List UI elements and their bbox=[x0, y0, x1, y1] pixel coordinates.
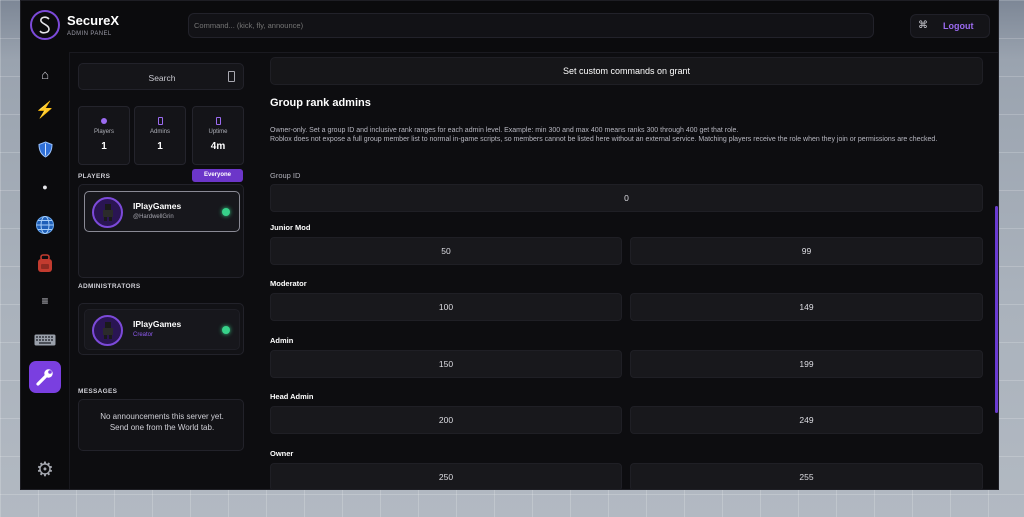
section-title: Group rank admins bbox=[270, 97, 371, 109]
online-status-dot bbox=[222, 208, 230, 216]
gear-icon: ⚙ bbox=[36, 458, 54, 481]
nav-menu[interactable]: ≡ bbox=[29, 285, 61, 317]
custom-commands-button[interactable]: Set custom commands on grant bbox=[270, 57, 983, 85]
player-card[interactable]: IPlayGames @HardwellGrin bbox=[84, 191, 240, 232]
level-label: Junior Mod bbox=[270, 223, 311, 232]
group-id-input[interactable]: 0 bbox=[270, 184, 983, 212]
stat-admins: Admins 1 bbox=[134, 106, 186, 165]
wrench-icon bbox=[36, 369, 53, 386]
administrators-list: IPlayGames Creator bbox=[78, 303, 244, 355]
level-label: Owner bbox=[270, 449, 294, 458]
command-key-icon: ⌘ bbox=[918, 20, 928, 31]
rank-min-input[interactable]: 100 bbox=[270, 293, 622, 321]
securex-logo-icon bbox=[30, 10, 60, 40]
level-label: Moderator bbox=[270, 279, 307, 288]
rank-min-input[interactable]: 50 bbox=[270, 237, 622, 265]
everyone-button[interactable]: Everyone bbox=[192, 169, 243, 182]
app-name: SecureX bbox=[67, 13, 120, 28]
description-line: Roblox does not expose a full group memb… bbox=[270, 135, 938, 143]
level-label: Admin bbox=[270, 336, 294, 345]
section-description: Owner-only. Set a group ID and inclusive… bbox=[270, 127, 978, 144]
online-status-dot bbox=[222, 326, 230, 334]
shield-icon bbox=[37, 140, 53, 158]
nav-commands[interactable]: ⚡ bbox=[29, 94, 61, 126]
group-id-label: Group ID bbox=[270, 171, 301, 180]
search-label: Search bbox=[148, 73, 176, 83]
rank-max-input[interactable]: 99 bbox=[630, 237, 983, 265]
administrators-section-label: ADMINISTRATORS bbox=[78, 283, 141, 290]
messages-empty-line: Send one from the World tab. bbox=[109, 423, 215, 432]
stat-label: Players bbox=[93, 129, 114, 135]
logout-button[interactable]: ⌘ Logout bbox=[910, 14, 990, 38]
nav-settings-tools[interactable] bbox=[29, 361, 61, 393]
dot-icon bbox=[101, 118, 107, 124]
logout-label: Logout bbox=[943, 21, 974, 31]
stat-value: 1 bbox=[157, 141, 163, 152]
search-button[interactable]: Search bbox=[78, 63, 244, 90]
backpack-icon bbox=[38, 253, 52, 272]
rank-min-input[interactable]: 150 bbox=[270, 350, 622, 378]
admin-name: IPlayGames bbox=[133, 319, 182, 329]
admin-panel-window: SecureX ADMIN PANEL ⌘ Logout ⌂ ⚡ ● ≡ bbox=[20, 0, 999, 490]
stat-uptime: Uptime 4m bbox=[192, 106, 244, 165]
rank-max-input[interactable]: 255 bbox=[630, 463, 983, 489]
nav-rail: ⌂ ⚡ ● ≡ ⚙ bbox=[21, 52, 70, 489]
nav-gear[interactable]: ⚙ bbox=[29, 453, 61, 485]
nav-inventory[interactable] bbox=[29, 247, 61, 279]
stat-value: 1 bbox=[101, 141, 107, 152]
device-icon bbox=[157, 117, 163, 125]
nav-keyboard[interactable] bbox=[29, 324, 61, 356]
command-input[interactable] bbox=[188, 13, 874, 38]
nav-dot[interactable]: ● bbox=[29, 171, 61, 203]
globe-icon bbox=[36, 216, 54, 234]
players-list: IPlayGames @HardwellGrin bbox=[78, 184, 244, 278]
dot-icon: ● bbox=[42, 182, 48, 192]
stat-value: 4m bbox=[210, 141, 226, 152]
players-section-label: PLAYERS bbox=[78, 173, 111, 180]
menu-icon: ≡ bbox=[41, 294, 49, 308]
phone-icon bbox=[228, 71, 235, 82]
player-name: IPlayGames bbox=[133, 201, 182, 211]
description-line: Owner-only. Set a group ID and inclusive… bbox=[270, 127, 739, 134]
rank-max-input[interactable]: 149 bbox=[630, 293, 983, 321]
messages-box: No announcements this server yet. Send o… bbox=[78, 399, 244, 451]
top-header: SecureX ADMIN PANEL ⌘ Logout bbox=[21, 1, 998, 53]
nav-world[interactable] bbox=[29, 209, 61, 241]
home-icon: ⌂ bbox=[41, 66, 49, 82]
messages-empty-text: No announcements this server yet. Send o… bbox=[79, 411, 245, 433]
rank-max-input[interactable]: 249 bbox=[630, 406, 983, 434]
admin-card[interactable]: IPlayGames Creator bbox=[84, 309, 240, 350]
admin-role: Creator bbox=[133, 332, 154, 338]
avatar bbox=[92, 197, 123, 228]
nav-home[interactable]: ⌂ bbox=[29, 58, 61, 90]
messages-section-label: MESSAGES bbox=[78, 388, 118, 395]
stat-players: Players 1 bbox=[78, 106, 130, 165]
level-label: Head Admin bbox=[270, 392, 314, 401]
rank-max-input[interactable]: 199 bbox=[630, 350, 983, 378]
nav-security[interactable] bbox=[29, 133, 61, 165]
main-scrollbar[interactable] bbox=[995, 206, 998, 413]
player-username: @HardwellGrin bbox=[133, 214, 174, 220]
messages-empty-line: No announcements this server yet. bbox=[100, 412, 224, 421]
stat-label: Uptime bbox=[208, 129, 228, 135]
rank-min-input[interactable]: 250 bbox=[270, 463, 622, 489]
keyboard-icon bbox=[34, 334, 56, 346]
avatar bbox=[92, 315, 123, 346]
device-icon bbox=[215, 117, 221, 125]
stat-label: Admins bbox=[149, 129, 170, 135]
lightning-icon: ⚡ bbox=[35, 102, 55, 119]
rank-min-input[interactable]: 200 bbox=[270, 406, 622, 434]
app-subtitle: ADMIN PANEL bbox=[67, 31, 112, 37]
